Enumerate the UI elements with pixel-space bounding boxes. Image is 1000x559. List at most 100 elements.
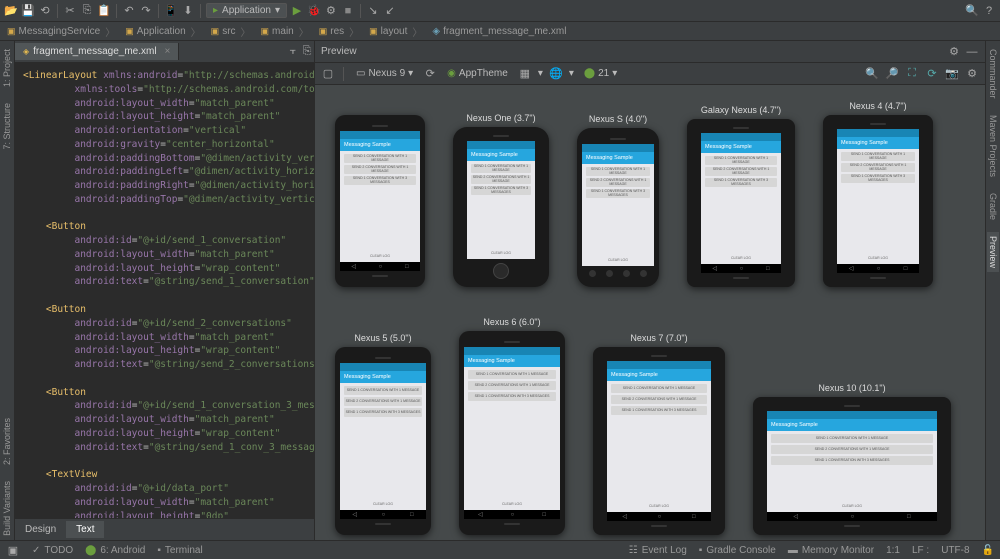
zoom-fit-icon[interactable]: ⛶ — [905, 67, 919, 81]
device-selector[interactable]: ▭Nexus 9▾ — [352, 67, 417, 80]
project-tool-button[interactable]: 1: Project — [1, 45, 13, 91]
breadcrumb-item[interactable]: ▣layout〉 — [366, 23, 427, 40]
commander-tool-button[interactable]: Commander — [987, 45, 999, 103]
save-icon[interactable]: 💾 — [21, 4, 35, 18]
split-icon[interactable]: ⫟ — [286, 45, 300, 59]
gear-icon[interactable]: ⚙ — [947, 45, 961, 59]
search-icon[interactable]: 🔍 — [965, 4, 979, 18]
device-preview[interactable]: Nexus 4 (4.7")Messaging SampleSEND 1 CON… — [823, 101, 933, 287]
virtual-device-icon[interactable]: ▢ — [321, 67, 335, 81]
structure-tool-button[interactable]: 7: Structure — [1, 99, 13, 154]
settings-icon[interactable]: ⚙ — [965, 67, 979, 81]
device-label: Nexus 4 (4.7") — [849, 101, 906, 111]
gradle-console-button[interactable]: ▪Gradle Console — [699, 545, 776, 556]
event-log-button[interactable]: ☷Event Log — [629, 545, 687, 556]
sync-icon[interactable]: ⟲ — [38, 4, 52, 18]
breadcrumb-item[interactable]: ▣Application〉 — [122, 23, 205, 40]
preview-button: CLEAR LOG — [344, 252, 416, 259]
editor-tab[interactable]: ◈ fragment_message_me.xml × — [15, 43, 179, 60]
build-variants-tool-button[interactable]: Build Variants — [1, 477, 13, 540]
file-encoding[interactable]: UTF-8 — [941, 545, 969, 556]
vcs-icon[interactable]: ↙ — [383, 4, 397, 18]
run-icon[interactable]: ▶ — [290, 4, 304, 18]
lock-icon[interactable]: 🔓 — [982, 545, 994, 556]
device-preview[interactable]: Nexus S (4.0")Messaging SampleSEND 1 CON… — [577, 114, 659, 287]
device-preview[interactable]: Messaging SampleSEND 1 CONVERSATION WITH… — [335, 111, 425, 287]
device-preview[interactable]: Nexus One (3.7")Messaging SampleSEND 1 C… — [453, 113, 549, 287]
api-selector[interactable]: ⬤21▾ — [580, 67, 621, 80]
app-bar: Messaging Sample — [340, 371, 426, 383]
breadcrumb-item[interactable]: ▣res〉 — [316, 23, 364, 40]
app-bar: Messaging Sample — [767, 419, 937, 431]
device-preview-area[interactable]: Messaging Sample SEND 1 CONVERSATION WITH… — [315, 85, 985, 540]
theme-selector[interactable]: ◉AppTheme — [443, 67, 512, 80]
preview-button: SEND 1 CONVERSATION WITH 1 MESSAGE — [841, 152, 915, 161]
locale-icon[interactable]: 🌐 — [549, 67, 563, 81]
preview-button: CLEAR LOG — [841, 254, 915, 261]
maven-tool-button[interactable]: Maven Projects — [987, 111, 999, 181]
device-label: Nexus 10 (10.1") — [818, 383, 885, 393]
terminal-tool-button[interactable]: ▪Terminal — [157, 545, 202, 556]
run-config-selector[interactable]: ▸ Application ▾ — [206, 3, 287, 18]
preview-button: SEND 2 CONVERSATIONS WITH 1 MESSAGE — [611, 395, 707, 404]
line-sep[interactable]: LF : — [912, 545, 929, 556]
preview-button: SEND 2 CONVERSATIONS WITH 1 MESSAGE — [841, 163, 915, 172]
frag-icon[interactable]: ▦ — [518, 67, 532, 81]
gradle-tool-button[interactable]: Gradle — [987, 189, 999, 224]
copy-icon[interactable]: ⎘ — [80, 4, 94, 18]
zoom-out-icon[interactable]: 🔎 — [885, 67, 899, 81]
pin-icon[interactable]: ⎘ — [300, 45, 314, 59]
device-label: Galaxy Nexus (4.7") — [701, 105, 781, 115]
preview-button: SEND 1 CONVERSATION WITH 1 MESSAGE — [468, 370, 556, 379]
device-preview[interactable]: Nexus 6 (6.0")Messaging SampleSEND 1 CON… — [459, 317, 565, 535]
run-config-label: Application — [222, 5, 271, 16]
close-icon[interactable]: × — [165, 46, 171, 57]
text-tab[interactable]: Text — [66, 521, 104, 538]
redo-icon[interactable]: ↷ — [139, 4, 153, 18]
help-icon[interactable]: ? — [982, 4, 996, 18]
open-icon[interactable]: 📂 — [4, 4, 18, 18]
preview-tool-button[interactable]: Preview — [987, 232, 999, 272]
device-preview[interactable]: Nexus 5 (5.0")Messaging SampleSEND 1 CON… — [335, 333, 431, 535]
hide-icon[interactable]: — — [965, 45, 979, 59]
avd-icon[interactable]: 📱 — [164, 4, 178, 18]
device-preview[interactable]: Galaxy Nexus (4.7")Messaging SampleSEND … — [687, 105, 795, 287]
breadcrumb-item[interactable]: ◈fragment_message_me.xml — [429, 25, 569, 38]
preview-button: CLEAR LOG — [468, 500, 556, 507]
cut-icon[interactable]: ✂ — [63, 4, 77, 18]
editor-pane: ◈ fragment_message_me.xml × ⫟ ⎘ <LinearL… — [15, 41, 315, 540]
breadcrumb-item[interactable]: ▣main〉 — [258, 23, 314, 40]
preview-button: SEND 2 CONVERSATIONS WITH 1 MESSAGE — [705, 167, 777, 176]
main-toolbar: 📂 💾 ⟲ ✂ ⎘ 📋 ↶ ↷ 📱 ⬇ ▸ Application ▾ ▶ 🐞 … — [0, 0, 1000, 22]
breadcrumb-item[interactable]: ▣MessagingService〉 — [4, 23, 120, 40]
design-tab[interactable]: Design — [15, 521, 66, 538]
sdk-icon[interactable]: ⬇ — [181, 4, 195, 18]
preview-button: SEND 1 CONVERSATION WITH 3 MESSAGES — [771, 456, 933, 465]
stop-icon[interactable]: ■ — [341, 4, 355, 18]
device-preview[interactable]: Nexus 10 (10.1") Messaging Sample SEND 1 C… — [753, 383, 951, 535]
breadcrumb-item[interactable]: ▣src〉 — [208, 23, 256, 40]
android-tool-button[interactable]: ⬤6: Android — [85, 545, 145, 556]
preview-button: SEND 2 CONVERSATIONS WITH 1 MESSAGE — [468, 381, 556, 390]
preview-button: CLEAR LOG — [586, 256, 650, 263]
device-preview[interactable]: Nexus 7 (7.0")Messaging SampleSEND 1 CON… — [593, 333, 725, 535]
attach-icon[interactable]: ⚙ — [324, 4, 338, 18]
code-editor[interactable]: <LinearLayout xmlns:android="http://sche… — [15, 63, 314, 518]
preview-button: SEND 1 CONVERSATION WITH 1 MESSAGE — [771, 434, 933, 443]
orientation-icon[interactable]: ⟳ — [423, 67, 437, 81]
todo-tool-button[interactable]: ✓TODO — [32, 545, 73, 556]
debug-icon[interactable]: 🐞 — [307, 4, 321, 18]
tablet-icon: ▭ — [356, 68, 365, 79]
status-bar: ▣ ✓TODO ⬤6: Android ▪Terminal ☷Event Log… — [0, 540, 1000, 559]
tool-windows-icon[interactable]: ▣ — [6, 543, 20, 557]
preview-button: SEND 2 CONVERSATIONS WITH 1 MESSAGE — [586, 178, 650, 187]
zoom-in-icon[interactable]: 🔍 — [865, 67, 879, 81]
memory-monitor-button[interactable]: ▬Memory Monitor — [788, 545, 874, 556]
refresh-icon[interactable]: ⟳ — [925, 67, 939, 81]
capture-icon[interactable]: 📷 — [945, 67, 959, 81]
undo-icon[interactable]: ↶ — [122, 4, 136, 18]
preview-button: SEND 1 CONVERSATION WITH 1 MESSAGE — [344, 154, 416, 163]
favorites-tool-button[interactable]: 2: Favorites — [1, 414, 13, 469]
vcs-icon[interactable]: ↘ — [366, 4, 380, 18]
paste-icon[interactable]: 📋 — [97, 4, 111, 18]
